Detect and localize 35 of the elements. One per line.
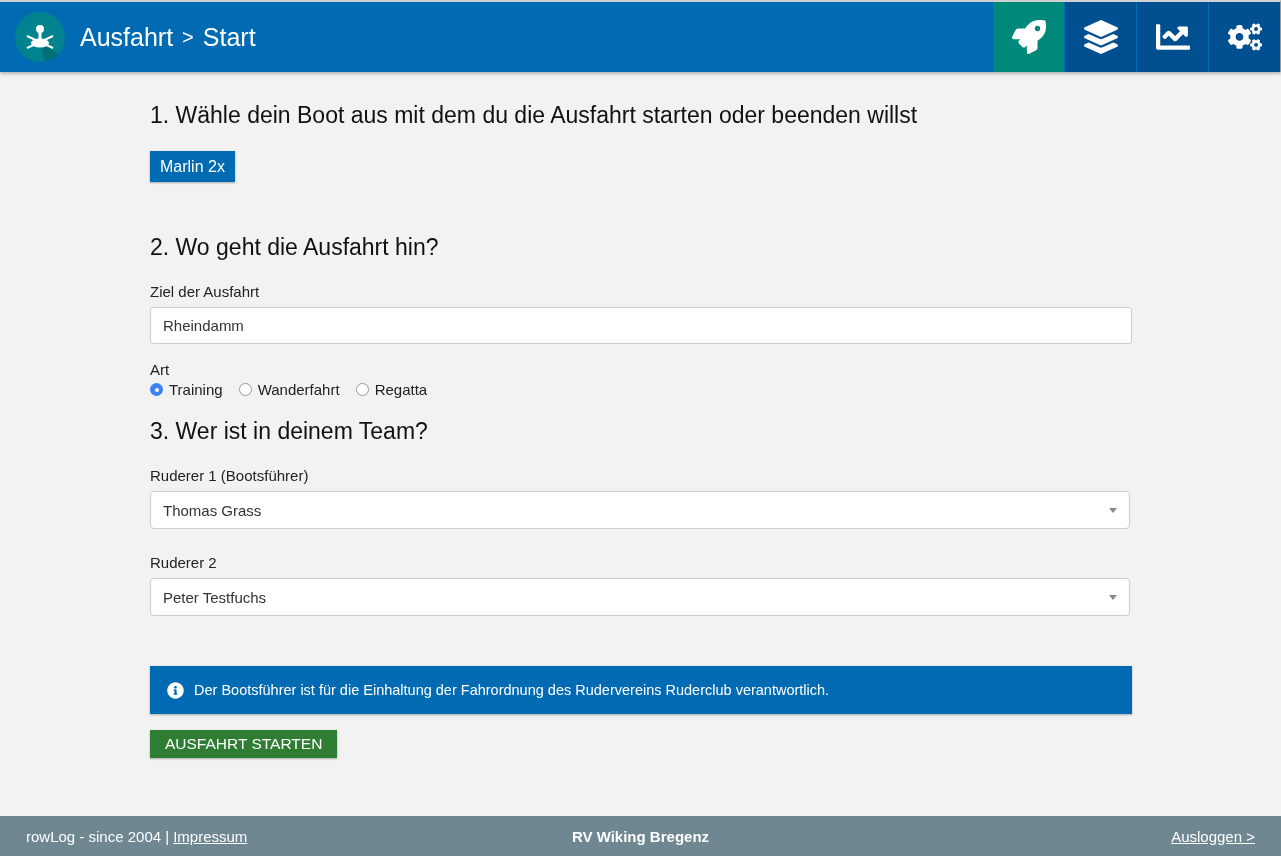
- field-label: Ziel der Ausfahrt: [150, 283, 261, 300]
- breadcrumb-section[interactable]: Ausfahrt: [80, 22, 174, 52]
- caret-icon: [1109, 594, 1117, 600]
- info-icon: [167, 681, 184, 699]
- radio-button[interactable]: [238, 383, 252, 396]
- field-label: Ruderer 2: [150, 554, 218, 571]
- info-text: Der Bootsführer ist für die Einhaltung der Fahrordnung des Rudervereins Ruderclub verantwortlich.: [194, 682, 830, 698]
- caret-icon: [1109, 507, 1117, 513]
- breadcrumb-separator: >: [182, 25, 194, 49]
- club-name: RV Wiking Bregenz: [571, 827, 710, 845]
- settings-nav-button[interactable]: [1209, 2, 1280, 72]
- boat-button[interactable]: Marlin 2x: [150, 151, 235, 182]
- field-label: Art: [150, 361, 171, 378]
- radio-label: Regatta: [374, 381, 428, 398]
- footer-credit: rowLog - since 2004 |: [26, 827, 170, 845]
- radio-label: Training: [169, 381, 223, 398]
- field-label: Ruderer 1 (Bootsführer): [150, 467, 310, 484]
- rower-logo-icon: [15, 12, 65, 62]
- logout-link[interactable]: Ausloggen >: [1171, 827, 1255, 845]
- rower-select[interactable]: Peter Testfuchs: [150, 578, 1130, 616]
- radio-button[interactable]: [150, 383, 163, 396]
- step-heading: 2. Wo geht die Ausfahrt hin?: [150, 234, 440, 261]
- radio-label: Wanderfahrt: [257, 381, 340, 398]
- destination-input[interactable]: Rheindamm: [150, 307, 1132, 344]
- step-heading: 3. Wer ist in deinem Team?: [150, 418, 429, 445]
- rower-select[interactable]: Thomas Grass: [150, 491, 1130, 529]
- rocket-icon: [1011, 20, 1046, 54]
- logbook-nav-button[interactable]: [1065, 2, 1136, 72]
- breadcrumb-page: Start: [202, 22, 256, 52]
- start-button[interactable]: AUSFAHRT STARTEN: [150, 730, 338, 758]
- statistics-nav-button[interactable]: [1137, 2, 1208, 72]
- radio-button[interactable]: [355, 383, 369, 396]
- step-heading: 1. Wähle dein Boot aus mit dem du die Ausfahrt starten oder beenden willst: [150, 102, 919, 129]
- imprint-link[interactable]: Impressum: [173, 827, 248, 845]
- start-nav-button[interactable]: [993, 2, 1064, 72]
